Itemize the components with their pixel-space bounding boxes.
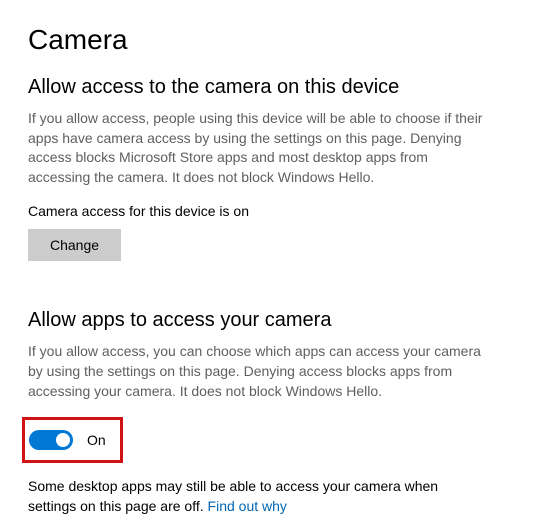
apps-access-toggle[interactable] <box>29 430 73 450</box>
device-access-description: If you allow access, people using this d… <box>28 109 488 187</box>
apps-access-toggle-label: On <box>87 432 106 448</box>
apps-access-toggle-wrapper: On <box>29 430 106 450</box>
device-access-section: Allow access to the camera on this devic… <box>28 76 507 261</box>
apps-access-description: If you allow access, you can choose whic… <box>28 342 488 401</box>
find-out-why-link[interactable]: Find out why <box>208 498 287 514</box>
device-access-status: Camera access for this device is on <box>28 203 507 219</box>
apps-access-heading: Allow apps to access your camera <box>28 309 507 332</box>
apps-access-section: Allow apps to access your camera If you … <box>28 309 507 516</box>
toggle-knob <box>56 433 70 447</box>
page-title: Camera <box>28 24 507 56</box>
device-access-heading: Allow access to the camera on this devic… <box>28 76 507 99</box>
desktop-apps-note: Some desktop apps may still be able to a… <box>28 477 488 516</box>
highlight-box: On <box>22 417 123 463</box>
change-button[interactable]: Change <box>28 229 121 261</box>
